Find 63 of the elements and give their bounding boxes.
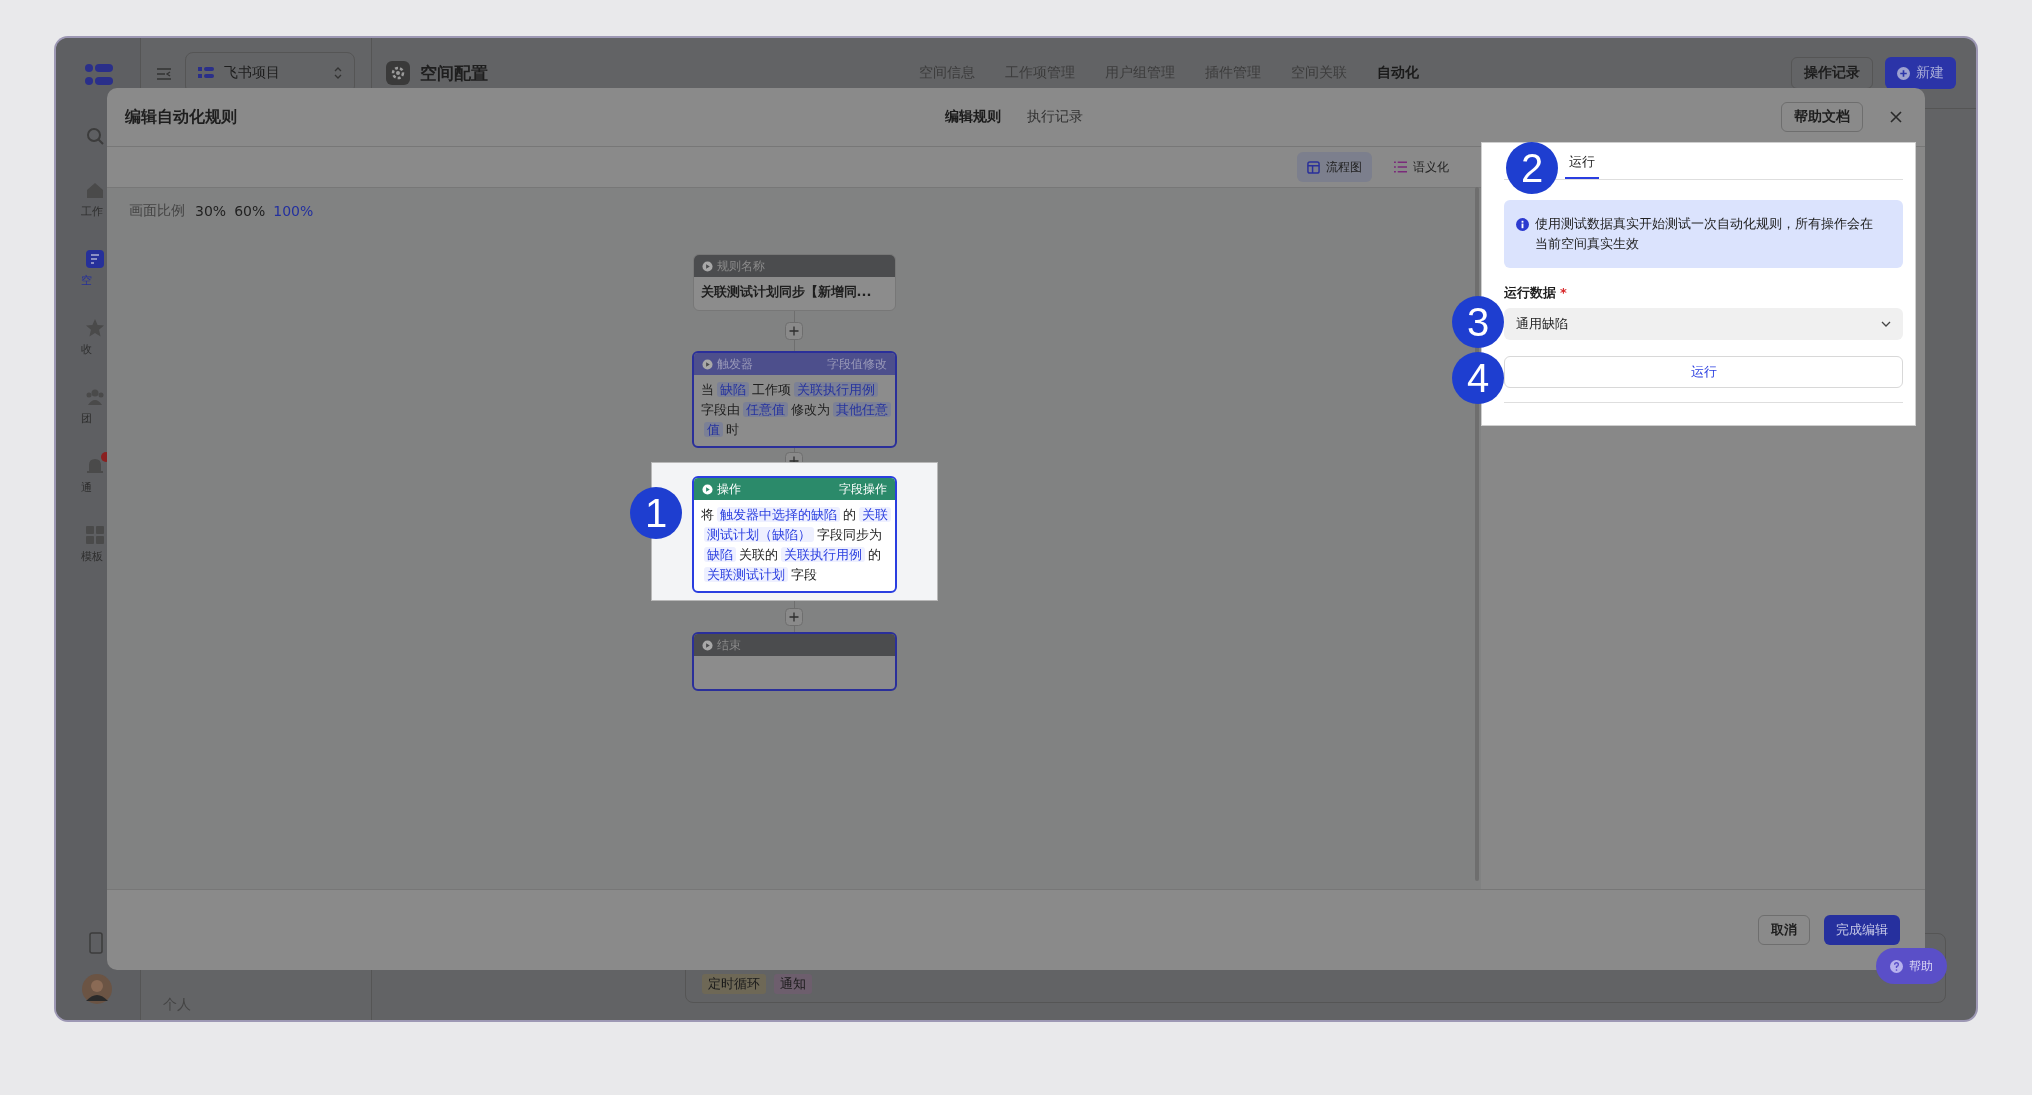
flow-node[interactable]: 结束 (691, 632, 897, 691)
zoom-option[interactable]: 30% (195, 203, 227, 219)
zoom-option[interactable]: 60% (234, 203, 266, 219)
node-text: 将 触发器中选择的缺陷 的 关联测试计划（缺陷） 字段同步为 缺陷 关联的 关联执行用例 的 关联测试计划 字段 (700, 505, 888, 585)
tag: 通知 (774, 974, 812, 994)
flow-node[interactable]: 规则名称 关联测试计划同步【新增同... (692, 254, 896, 311)
node-title: 规则名称 (716, 257, 766, 275)
node-type-icon (701, 639, 713, 651)
run-button[interactable]: 运行 (1504, 356, 1903, 388)
avatar[interactable] (82, 974, 112, 1004)
dialog-tab[interactable]: 执行记录 (1027, 108, 1083, 126)
panel-tab[interactable]: 运行 (1565, 153, 1599, 179)
new-button[interactable]: 新建 (1885, 57, 1956, 89)
node-type: 字段操作 (838, 480, 887, 498)
home-icon (85, 180, 105, 200)
tag: 定时循环 (702, 974, 766, 994)
notice-text: 使用测试数据真实开始测试一次自动化规则，所有操作会在当前空间真实生效 (1535, 215, 1873, 253)
node-type-icon (701, 358, 713, 370)
dialog-tab[interactable]: 编辑规则 (945, 108, 1001, 126)
flowchart-icon (1307, 160, 1320, 174)
close-icon[interactable] (1889, 110, 1903, 124)
info-icon (1516, 218, 1529, 231)
team-icon (85, 387, 105, 407)
required-mark: * (1560, 285, 1567, 300)
view-mode-button[interactable]: 语义化 (1384, 152, 1459, 182)
chevron-down-icon (1881, 321, 1891, 327)
node-text: 当 缺陷 工作项 关联执行用例 字段由 任意值 修改为 其他任意值 时 (700, 380, 888, 440)
node-text: 关联测试计划同步【新增同... (700, 283, 873, 301)
node-title: 操作 (716, 480, 742, 498)
zoom-label: 画面比例 (129, 202, 185, 220)
flow-node[interactable]: 操作 字段操作 将 触发器中选择的缺陷 的 关联测试计划（缺陷） 字段同步为 缺陷 关联的 关联执行用例 的 关联测试计划 字段 (691, 476, 897, 593)
node-title: 结束 (716, 636, 742, 654)
cancel-button[interactable]: 取消 (1758, 915, 1810, 945)
question-icon (1890, 959, 1903, 973)
gear-icon (386, 61, 410, 85)
list-icon (198, 67, 214, 79)
dialog-title: 编辑自动化规则 (125, 106, 238, 128)
field-label: 运行数据 * (1504, 284, 1568, 302)
nav-tab[interactable]: 自动化 (1377, 64, 1419, 82)
node-title: 触发器 (716, 355, 754, 373)
node-type: 字段值修改 (826, 355, 887, 373)
collapse-icon[interactable] (157, 68, 171, 80)
grid-icon (85, 525, 105, 545)
page-title: 空间配置 (420, 61, 488, 85)
app-logo-icon[interactable] (84, 62, 114, 88)
star-icon (85, 318, 105, 338)
plus-circle-icon (1897, 66, 1910, 80)
node-type-icon (701, 483, 713, 495)
phone-icon[interactable] (89, 932, 103, 954)
list-icon (1394, 161, 1407, 173)
help-button[interactable]: 帮助 (1876, 948, 1947, 984)
view-mode-button[interactable]: 流程图 (1297, 152, 1372, 182)
run-data-select[interactable]: 通用缺陷 (1504, 308, 1903, 340)
node-type-icon (701, 260, 713, 272)
flow-node[interactable]: 触发器 字段值修改 当 缺陷 工作项 关联执行用例 字段由 任意值 修改为 其他任意值 时 (691, 351, 897, 448)
search-icon[interactable] (85, 126, 105, 146)
sort-icon (334, 67, 342, 79)
bell-icon (85, 456, 105, 476)
space-icon (85, 249, 105, 269)
done-button[interactable]: 完成编辑 (1824, 915, 1900, 945)
help-docs-button[interactable]: 帮助文档 (1781, 102, 1863, 132)
history-button[interactable]: 操作记录 (1791, 57, 1873, 89)
zoom-option[interactable]: 100% (273, 203, 314, 219)
